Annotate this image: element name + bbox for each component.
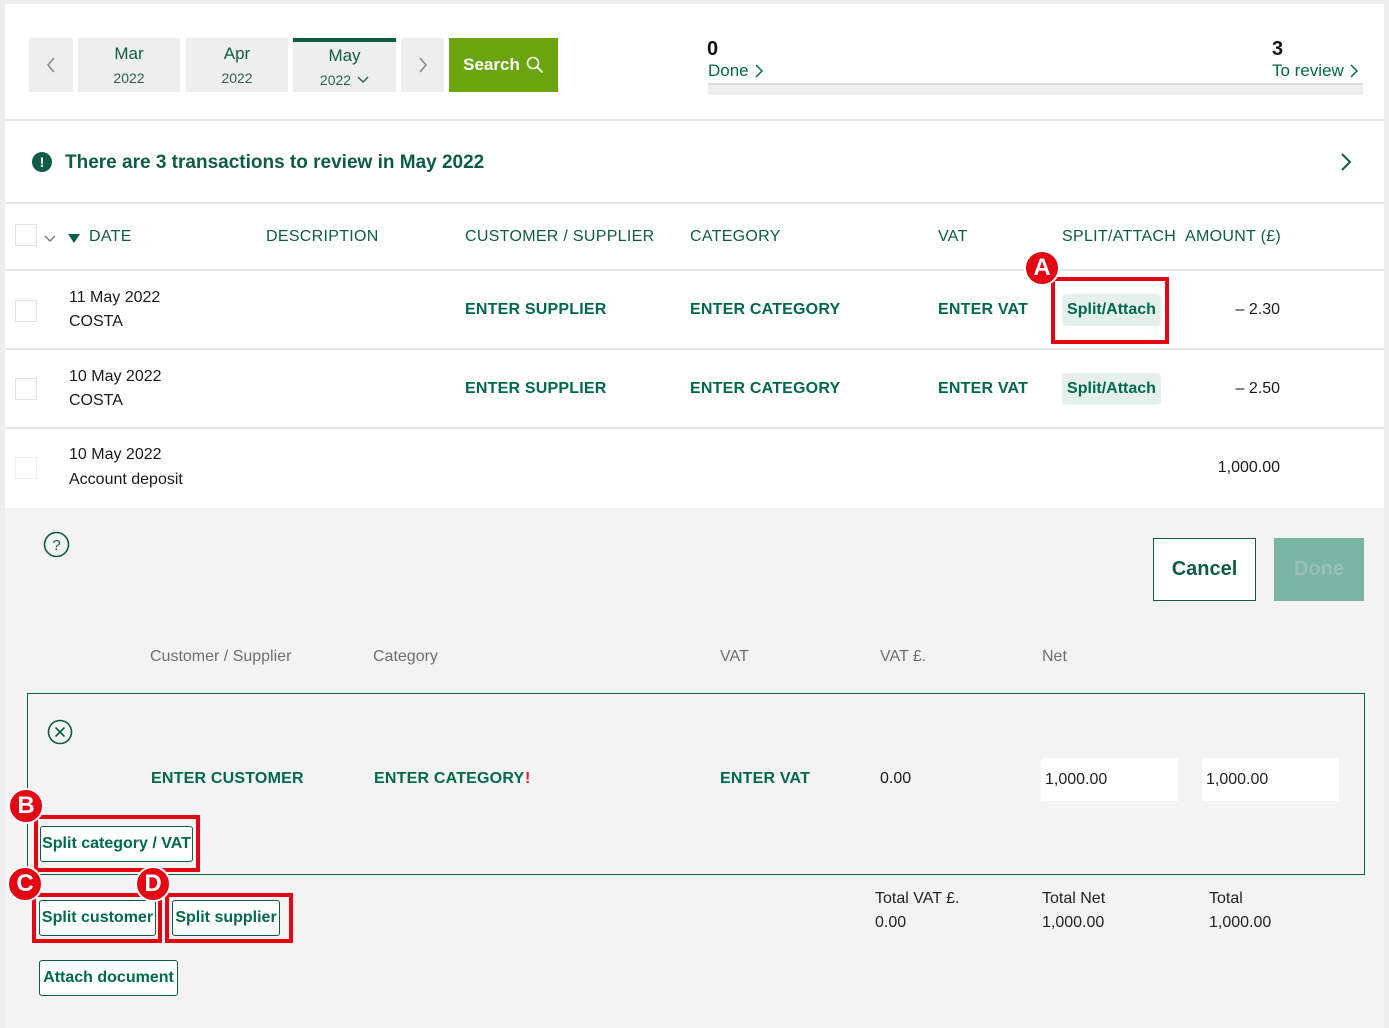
detail-header-net: Net (1042, 648, 1067, 665)
divider (5, 202, 1384, 204)
callout-highlight-d (165, 893, 293, 943)
row-date: 11 May 2022 (69, 289, 161, 306)
total-label: Total (1209, 890, 1243, 907)
year-label: 2022 (113, 70, 145, 86)
split-attach-button[interactable]: Split/Attach (1062, 373, 1161, 405)
category-required-warning: ! (525, 770, 531, 787)
sort-desc-icon[interactable] (68, 231, 80, 249)
column-header-customer-supplier[interactable]: CUSTOMER / SUPPLIER (465, 228, 654, 246)
enter-category-link[interactable]: ENTER CATEGORY (690, 380, 840, 398)
month-tab-apr[interactable]: Apr 2022 (186, 38, 288, 92)
total-vat-label: Total VAT £. (875, 890, 960, 907)
total-vat-value: 0.00 (875, 914, 907, 931)
callout-marker-d: D (135, 866, 171, 902)
enter-supplier-link[interactable]: ENTER SUPPLIER (465, 301, 607, 319)
search-icon (526, 56, 543, 74)
callout-marker-c: C (7, 866, 43, 902)
column-header-description[interactable]: DESCRIPTION (266, 228, 379, 246)
bulk-action-dropdown[interactable] (44, 230, 56, 248)
total-amount-input[interactable]: 1,000.00 (1202, 758, 1339, 801)
row-checkbox[interactable] (15, 457, 37, 479)
alert-icon: ! (32, 152, 52, 172)
row-checkbox[interactable] (15, 378, 37, 400)
callout-highlight-a (1051, 277, 1169, 344)
enter-vat-link[interactable]: ENTER VAT (720, 770, 810, 788)
enter-vat-link[interactable]: ENTER VAT (938, 380, 1028, 398)
detail-header-vat-amount: VAT £. (880, 648, 927, 665)
review-count: 3 (1272, 38, 1284, 60)
net-amount-input[interactable]: 1,000.00 (1041, 758, 1178, 801)
chevron-left-icon (46, 57, 55, 73)
chevron-right-icon (418, 57, 427, 73)
row-date: 10 May 2022 (69, 368, 162, 385)
to-review-link[interactable]: To review (1272, 61, 1358, 81)
remove-line-button[interactable] (47, 719, 73, 750)
banner-expand-button[interactable] (1340, 152, 1352, 177)
enter-supplier-link[interactable]: ENTER SUPPLIER (465, 380, 607, 398)
month-tab-may[interactable]: May 2022 (293, 38, 396, 92)
search-label: Search (463, 55, 520, 74)
review-progress-bar (708, 83, 1363, 95)
column-header-amount[interactable]: AMOUNT (£) (1185, 228, 1281, 246)
total-net-value: 1,000.00 (1042, 914, 1105, 931)
done-button[interactable]: Done (1274, 538, 1364, 601)
column-header-vat[interactable]: VAT (938, 228, 968, 246)
enter-category-link[interactable]: ENTER CATEGORY (690, 301, 840, 319)
chevron-right-icon (1341, 153, 1352, 171)
column-header-category[interactable]: CATEGORY (690, 228, 781, 246)
select-all-checkbox[interactable] (15, 224, 37, 246)
cancel-button[interactable]: Cancel (1153, 538, 1256, 601)
total-net-label: Total Net (1042, 890, 1106, 907)
to-review-label: To review (1272, 61, 1344, 80)
row-amount: – 2.30 (1235, 301, 1280, 318)
detail-header-customer-supplier: Customer / Supplier (150, 648, 292, 665)
prev-month-button[interactable] (29, 38, 73, 92)
done-count: 0 (707, 38, 719, 60)
vat-amount-value: 0.00 (880, 770, 912, 787)
help-icon[interactable]: ? (43, 531, 70, 563)
month-tab-mar[interactable]: Mar 2022 (78, 38, 180, 92)
enter-customer-link[interactable]: ENTER CUSTOMER (151, 770, 304, 788)
year-selector[interactable]: 2022 (320, 72, 369, 88)
month-label: Mar (114, 44, 144, 63)
callout-marker-b: B (8, 788, 44, 824)
row-description: COSTA (69, 313, 123, 330)
month-label: May (328, 46, 361, 65)
chevron-down-icon (357, 76, 369, 83)
column-header-date[interactable]: DATE (89, 228, 132, 246)
chevron-down-icon (44, 235, 56, 242)
row-date: 10 May 2022 (69, 446, 162, 463)
row-checkbox[interactable] (15, 300, 37, 322)
row-description: Account deposit (69, 471, 183, 488)
total-value: 1,000.00 (1209, 914, 1272, 931)
row-amount: – 2.50 (1235, 380, 1280, 397)
chevron-right-icon (1350, 64, 1358, 78)
callout-marker-a: A (1024, 250, 1060, 286)
attach-document-button[interactable]: Attach document (39, 960, 178, 996)
divider (5, 269, 1384, 271)
chevron-right-icon (755, 64, 763, 78)
close-circle-icon (47, 719, 73, 745)
svg-text:?: ? (52, 537, 60, 554)
year-label: 2022 (221, 70, 253, 86)
callout-highlight-b (34, 815, 200, 872)
done-link[interactable]: Done (708, 61, 763, 81)
divider (5, 427, 1384, 429)
done-link-label: Done (708, 61, 749, 80)
detail-header-vat: VAT (720, 648, 749, 665)
row-amount: 1,000.00 (1217, 459, 1280, 476)
enter-category-link[interactable]: ENTER CATEGORY (374, 770, 524, 788)
year-label: 2022 (319, 72, 352, 88)
callout-highlight-c (32, 893, 162, 943)
search-button[interactable]: Search (449, 38, 558, 92)
next-month-button[interactable] (401, 38, 444, 92)
column-header-split-attach: SPLIT/ATTACH (1062, 228, 1177, 245)
row-description: COSTA (69, 392, 123, 409)
month-label: Apr (223, 44, 251, 63)
divider (5, 119, 1384, 121)
divider (5, 348, 1384, 350)
enter-vat-link[interactable]: ENTER VAT (938, 301, 1028, 319)
review-banner-text: There are 3 transactions to review in Ma… (65, 152, 485, 173)
detail-header-category: Category (373, 648, 438, 665)
